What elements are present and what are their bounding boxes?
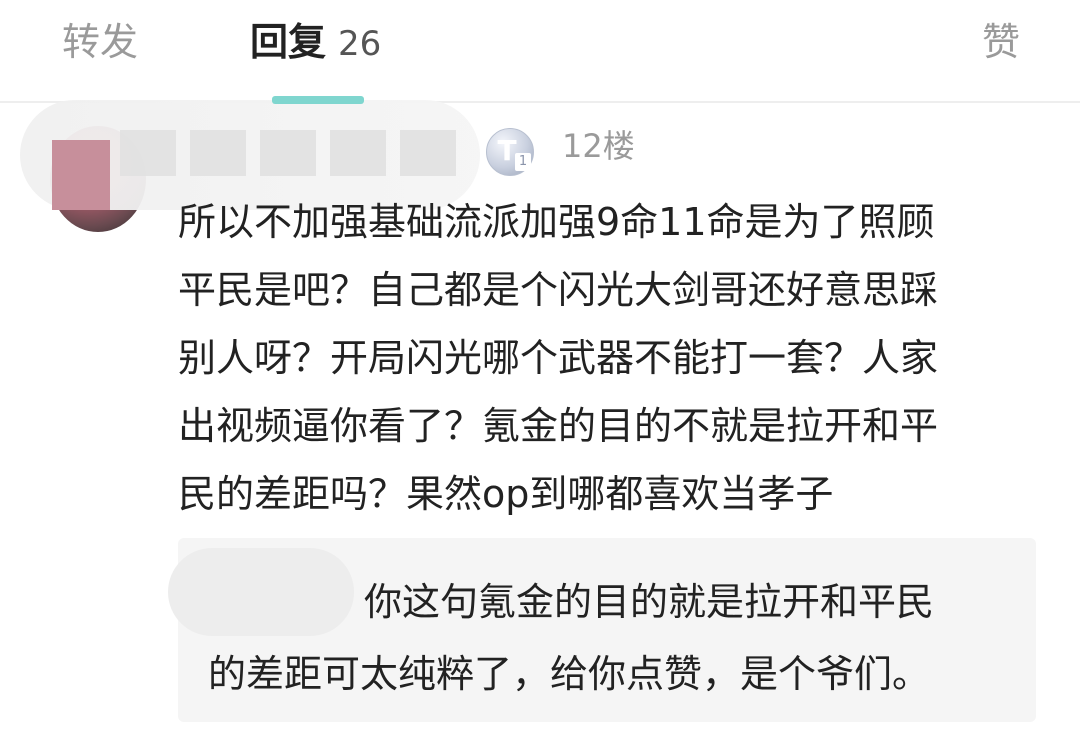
comment-line: 出视频逼你看了？氪金的目的不就是拉开和平 <box>178 404 939 448</box>
level-badge-icon: T 1 <box>486 128 534 176</box>
comment-line: 所以不加强基础流派加强9命11命是为了照顾 <box>178 200 935 244</box>
comment-line: 平民是吧？自己都是个闪光大剑哥还好意思踩 <box>178 268 939 312</box>
comment-line: 民的差距吗？果然op到哪都喜欢当孝子 <box>178 472 834 516</box>
level-badge-number: 1 <box>515 153 531 171</box>
tab-bar: 转发 回复 26 赞 <box>0 0 1080 102</box>
sub-reply-line: 你这句氪金的目的就是拉开和平民 <box>364 580 935 624</box>
blur-block <box>52 140 110 210</box>
comment-line: 别人呀？开局闪光哪个武器不能打一套？人家 <box>178 336 939 380</box>
tab-reply[interactable]: 回复 26 <box>250 18 381 68</box>
reply-count: 26 <box>338 24 382 64</box>
comment-body: 所以不加强基础流派加强9命11命是为了照顾 平民是吧？自己都是个闪光大剑哥还好意… <box>178 188 1038 528</box>
blur-block <box>400 130 456 176</box>
sub-reply-line: 的差距可太纯粹了，给你点赞，是个爷们。 <box>208 652 931 696</box>
sub-reply-text: 你这句氪金的目的就是拉开和平民 的差距可太纯粹了，给你点赞，是个爷们。 <box>208 566 1008 710</box>
weibo-comment-page: 转发 回复 26 赞 T 1 12楼 所以不加强基础流派加强9命11命是为了照顾 … <box>0 0 1080 733</box>
blur-strip <box>272 96 364 104</box>
tab-like[interactable]: 赞 <box>982 18 1020 66</box>
tab-repost[interactable]: 转发 <box>62 18 138 66</box>
blur-block <box>190 130 246 176</box>
tab-reply-label: 回复 <box>250 20 327 64</box>
blur-block <box>120 130 176 176</box>
blur-block <box>260 130 316 176</box>
blur-block <box>330 130 386 176</box>
floor-number: 12楼 <box>562 127 635 165</box>
